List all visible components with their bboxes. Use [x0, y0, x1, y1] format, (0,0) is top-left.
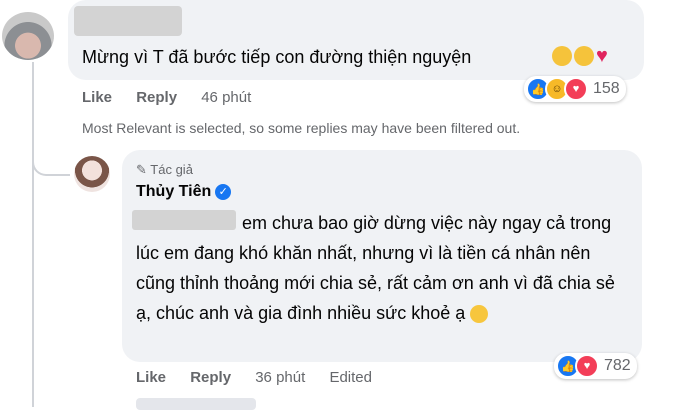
comment-actions: Like Reply 46 phút	[82, 89, 271, 106]
comment-timestamp[interactable]: 46 phút	[201, 89, 251, 106]
clapping-hands-emoji-icon	[552, 46, 572, 67]
author-name[interactable]: Thủy Tiên	[136, 183, 211, 200]
reply-button[interactable]: Reply	[190, 369, 231, 386]
smiling-face-emoji-icon	[470, 305, 489, 324]
edited-label[interactable]: Edited	[329, 369, 372, 386]
reply-actions: Like Reply 36 phút Edited	[136, 369, 392, 386]
reply-timestamp[interactable]: 36 phút	[255, 369, 305, 386]
red-heart-emoji-icon: ♥	[596, 45, 608, 68]
verified-badge-icon: ✓	[215, 183, 232, 200]
author-tag: ✎ Tác giả	[136, 162, 193, 178]
thread-connector	[32, 148, 70, 176]
love-icon: ♥	[564, 77, 588, 101]
reply-reactions[interactable]: 👍 ♥ 782	[554, 353, 637, 379]
author-name-row[interactable]: Thủy Tiên ✓	[136, 183, 232, 201]
like-button[interactable]: Like	[82, 89, 112, 106]
reaction-count: 782	[604, 357, 631, 374]
author-tag-label: Tác giả	[150, 162, 193, 177]
author-avatar[interactable]	[74, 156, 110, 192]
comment-reactions[interactable]: 👍 ☺ ♥ 158	[524, 76, 626, 102]
comment-emojis: ♥	[552, 44, 608, 67]
redacted-commenter-name	[74, 6, 182, 36]
next-reply-stub	[136, 398, 256, 410]
like-button[interactable]: Like	[136, 369, 166, 386]
love-icon: ♥	[575, 354, 599, 378]
reply-button[interactable]: Reply	[136, 89, 177, 106]
reply-text: em chưa bao giờ dừng việc này ngay cả tr…	[136, 213, 615, 323]
pen-icon: ✎	[136, 162, 147, 177]
reply-text-block: em chưa bao giờ dừng việc này ngay cả tr…	[136, 208, 631, 328]
clapping-hands-emoji-icon	[574, 46, 594, 67]
filter-note: Most Relevant is selected, so some repli…	[82, 120, 521, 136]
comment-text: Mừng vì T đã bước tiếp con đường thiện n…	[82, 47, 472, 67]
thread-line	[32, 62, 34, 407]
commenter-avatar[interactable]	[2, 12, 54, 60]
reaction-count: 158	[593, 80, 620, 97]
